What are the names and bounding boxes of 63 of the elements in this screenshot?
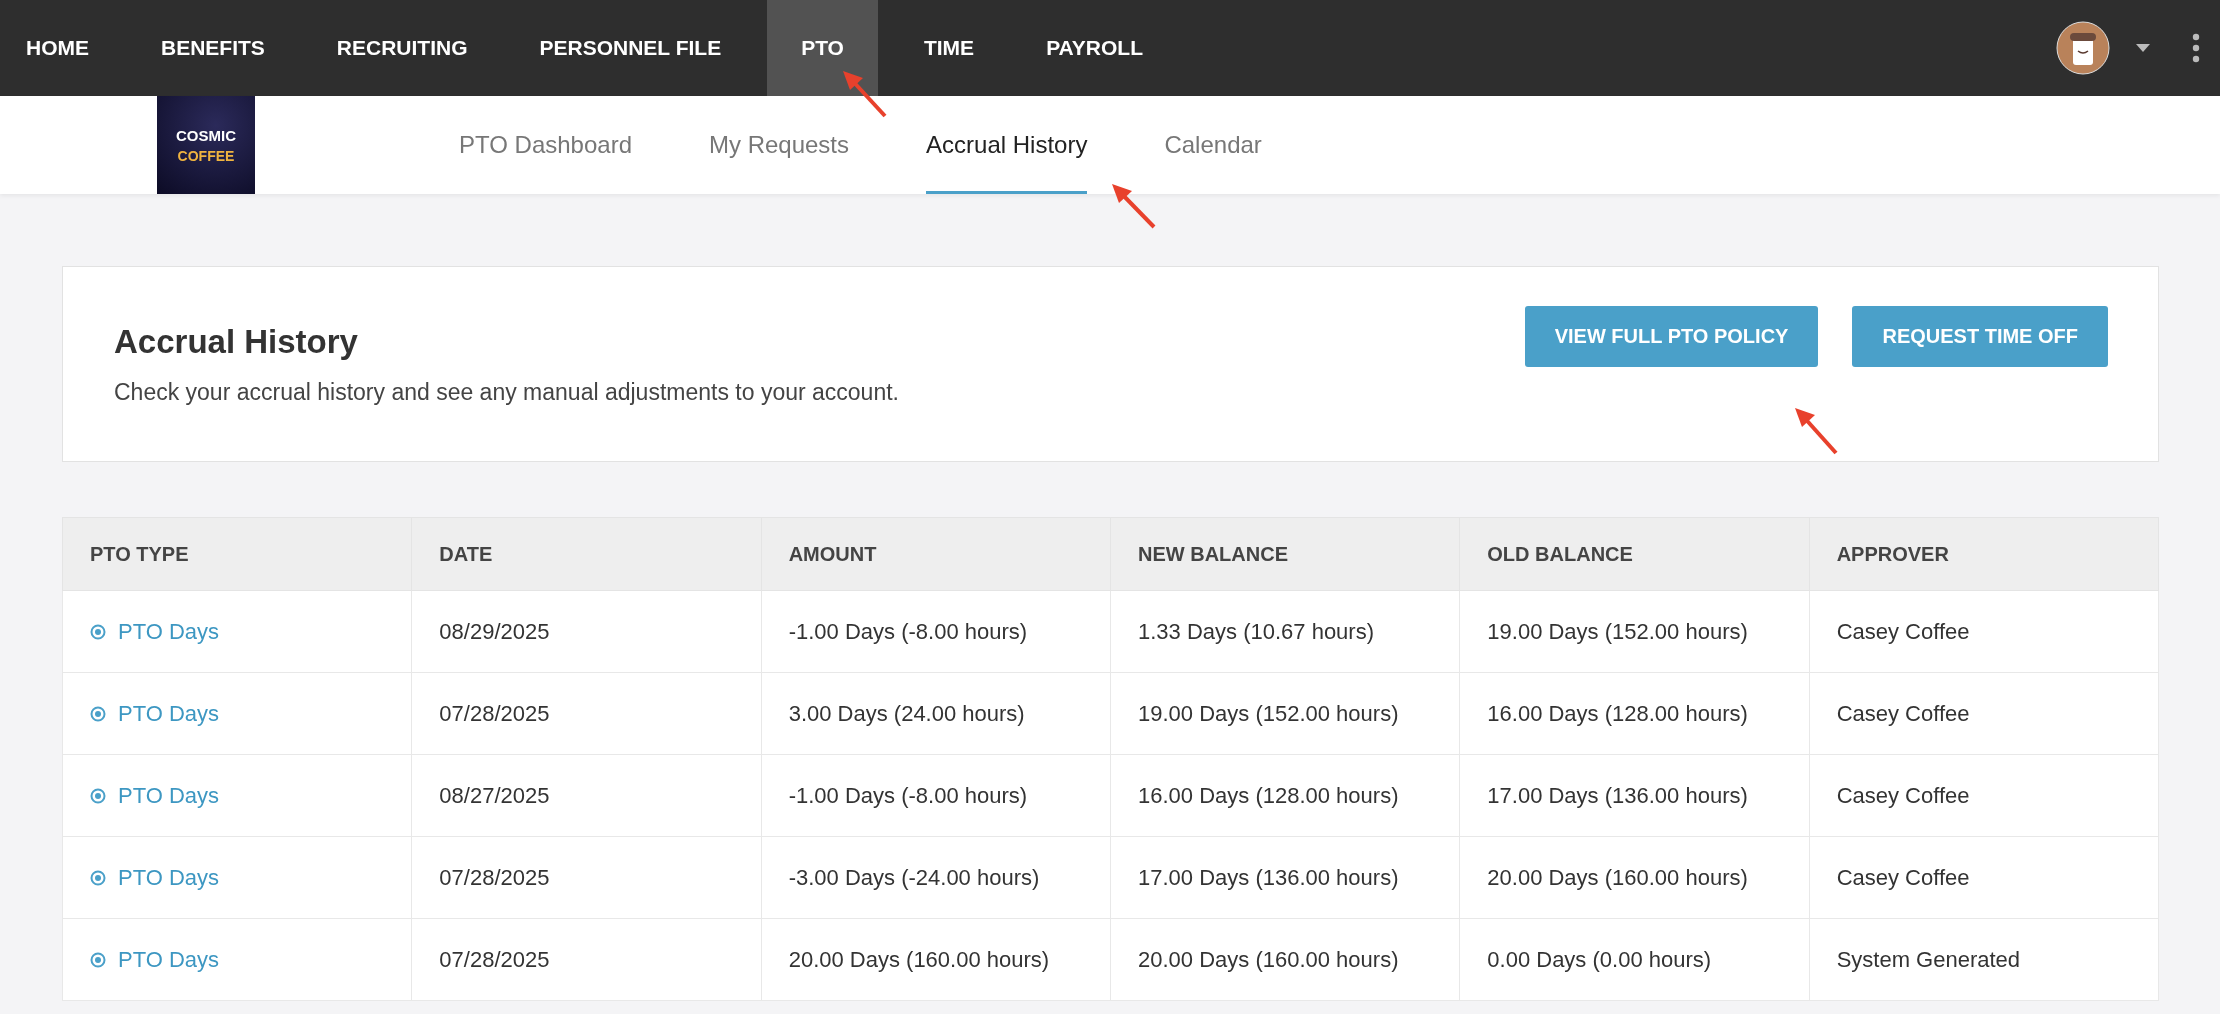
action-button[interactable]: VIEW FULL PTO POLICY <box>1524 305 1819 367</box>
table-cell: 16.00 Days (128.00 hours) <box>1138 782 1399 808</box>
annotation-arrow <box>843 71 887 118</box>
action-button[interactable]: REQUEST TIME OFF <box>1852 305 2108 367</box>
table-cell: System Generated <box>1836 946 2021 972</box>
tab[interactable]: PTO Dashboard <box>459 96 632 194</box>
table-cell: 08/29/2025 <box>439 618 550 644</box>
pto-type-link[interactable]: PTO Days <box>118 782 220 809</box>
column-header: NEW BALANCE <box>1110 517 1460 591</box>
company-logo: COSMIC COFFEE <box>157 96 255 194</box>
pto-type-link[interactable]: PTO Days <box>118 946 220 973</box>
table-cell: 17.00 Days (136.00 hours) <box>1138 864 1399 890</box>
caret-icon[interactable] <box>2136 44 2150 52</box>
nav-link[interactable]: PAYROLL <box>1020 0 1169 96</box>
table-cell: Casey Coffee <box>1836 864 1970 890</box>
nav-link[interactable]: TIME <box>897 0 1001 96</box>
table-cell: 1.33 Days (10.67 hours) <box>1138 618 1374 644</box>
table-cell: 07/28/2025 <box>439 864 550 890</box>
table-cell: 19.00 Days (152.00 hours) <box>1487 618 1748 644</box>
avatar-icon[interactable] <box>2056 21 2110 75</box>
table-cell: -1.00 Days (-8.00 hours) <box>788 782 1028 808</box>
pto-type-link[interactable]: PTO Days <box>118 618 220 645</box>
table-cell: 20.00 Days (160.00 hours) <box>1138 946 1399 972</box>
column-header: DATE <box>411 517 762 591</box>
column-header: OLD BALANCE <box>1459 517 1810 591</box>
table-cell: -1.00 Days (-8.00 hours) <box>788 618 1028 644</box>
table-cell: 07/28/2025 <box>439 700 550 726</box>
radio-icon <box>90 705 106 722</box>
pto-type-link[interactable]: PTO Days <box>118 864 220 891</box>
nav-link[interactable]: BENEFITS <box>135 0 291 96</box>
nav-link[interactable]: PERSONNEL FILE <box>513 0 748 96</box>
table-cell: 16.00 Days (128.00 hours) <box>1487 700 1748 726</box>
table-cell: 20.00 Days (160.00 hours) <box>788 946 1050 972</box>
table-cell: Casey Coffee <box>1836 618 1970 644</box>
nav-link[interactable]: RECRUITING <box>310 0 494 96</box>
radio-icon <box>90 623 106 640</box>
more-menu-icon[interactable] <box>2192 33 2200 63</box>
page-description: Check your accrual history and see any manual adjustments to your account. <box>114 378 899 406</box>
column-header: APPROVER <box>1809 517 2159 591</box>
table-cell: Casey Coffee <box>1836 782 1970 808</box>
table-cell: 07/28/2025 <box>439 946 550 972</box>
pto-type-link[interactable]: PTO Days <box>118 700 220 727</box>
annotation-arrow <box>1795 408 1838 455</box>
annotation-arrow <box>1112 184 1156 229</box>
column-header: AMOUNT <box>761 517 1111 591</box>
table-cell: 3.00 Days (24.00 hours) <box>788 700 1025 726</box>
column-header: PTO TYPE <box>62 517 412 591</box>
tab[interactable]: My Requests <box>709 96 850 194</box>
radio-icon <box>90 869 106 886</box>
tab[interactable]: Calendar <box>1164 96 1262 194</box>
nav-link[interactable]: HOME <box>0 0 115 96</box>
table-cell: 20.00 Days (160.00 hours) <box>1487 864 1748 890</box>
tab[interactable]: Accrual History <box>926 96 1088 194</box>
table-cell: 19.00 Days (152.00 hours) <box>1138 700 1399 726</box>
table-cell: 0.00 Days (0.00 hours) <box>1487 946 1712 972</box>
nav-link[interactable]: PTO <box>767 0 878 96</box>
table-cell: 17.00 Days (136.00 hours) <box>1487 782 1748 808</box>
page-title: Accrual History <box>114 322 359 361</box>
radio-icon <box>90 787 106 804</box>
table-cell: Casey Coffee <box>1836 700 1970 726</box>
table-cell: 08/27/2025 <box>439 782 550 808</box>
radio-icon <box>90 951 106 968</box>
table-cell: -3.00 Days (-24.00 hours) <box>788 864 1040 890</box>
